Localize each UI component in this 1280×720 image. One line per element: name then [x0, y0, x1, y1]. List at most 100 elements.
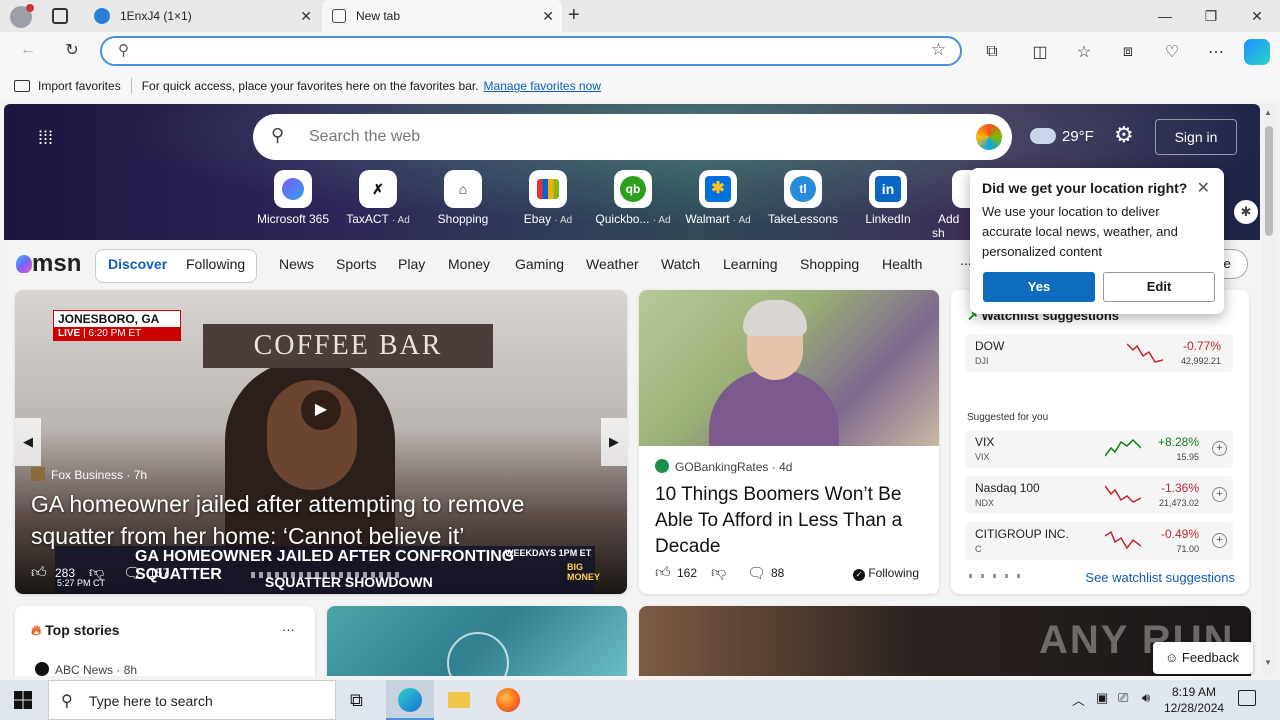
notification-icon[interactable]	[1238, 690, 1256, 706]
carousel-dots[interactable]	[251, 572, 401, 578]
close-tab-icon[interactable]: ✕	[542, 8, 554, 25]
quick-link-walmart[interactable]: ✱ Walmart · Ad	[678, 170, 758, 226]
tray-chevron-icon[interactable]: ︿	[1072, 690, 1085, 709]
hero-comment-icon[interactable]: 🗨︎	[123, 564, 142, 582]
scroll-thumb[interactable]	[1265, 126, 1273, 236]
nav-health[interactable]: Health	[882, 256, 922, 272]
nav-shopping[interactable]: Shopping	[800, 256, 859, 272]
settings-gear-icon[interactable]: ⚙	[1114, 122, 1134, 148]
tab-actions-icon[interactable]	[52, 8, 68, 24]
see-watchlist-link[interactable]: See watchlist suggestions	[1085, 570, 1235, 585]
address-bar[interactable]: ⚲ ☆	[100, 36, 962, 66]
tab-new-tab[interactable]: New tab ✕	[322, 0, 562, 32]
apps-launcher-icon[interactable]: ⁞⁞⁞	[38, 128, 58, 148]
quick-link-add-site[interactable]: + Add sh	[932, 170, 972, 240]
taskbar-search-box[interactable]: ⚲ Type here to search	[48, 680, 336, 720]
copilot-search-icon[interactable]	[976, 124, 1002, 150]
tab-following[interactable]: Following	[186, 256, 245, 272]
quick-link-quickbooks[interactable]: qb Quickbo... · Ad	[593, 170, 673, 226]
story-card[interactable]: GOBankingRates · 4d 10 Things Boomers Wo…	[639, 290, 939, 594]
volume-icon[interactable]: 🔊︎	[1142, 690, 1150, 706]
tab-image[interactable]: 1EnxJ4 (1×1) ✕	[84, 0, 320, 32]
nav-learning[interactable]: Learning	[723, 256, 778, 272]
feedback-button[interactable]: ☺ Feedback	[1153, 642, 1253, 674]
play-video-button[interactable]: ▶	[301, 390, 341, 430]
popup-edit-button[interactable]: Edit	[1103, 272, 1215, 302]
manage-favorites-link[interactable]: Manage favorites now	[484, 79, 601, 93]
import-favorites-icon[interactable]	[14, 80, 30, 92]
collections-icon[interactable]: ⧈	[1116, 40, 1140, 64]
comment-icon[interactable]: 🗨︎	[747, 564, 766, 582]
popup-yes-button[interactable]: Yes	[983, 272, 1095, 302]
story-headline[interactable]: 10 Things Boomers Won’t Be Able To Affor…	[655, 482, 931, 560]
weather-cloud-icon[interactable]	[1030, 128, 1056, 144]
favorite-star-icon[interactable]: ☆	[931, 40, 946, 60]
nav-news[interactable]: News	[279, 256, 314, 272]
stock-row[interactable]: CITIGROUP INC. C -0.49% 71.00 +	[965, 522, 1233, 560]
close-tab-icon[interactable]: ✕	[300, 8, 312, 25]
nav-weather[interactable]: Weather	[586, 256, 639, 272]
import-favorites-button[interactable]: Import favorites	[38, 79, 121, 93]
stock-row[interactable]: VIX VIX +8.28% 15.95 +	[965, 430, 1233, 468]
favorites-icon[interactable]: ☆	[1072, 40, 1096, 64]
browser-essentials-icon[interactable]: ♡	[1160, 40, 1184, 64]
carousel-next-button[interactable]: ▶	[601, 418, 627, 466]
carousel-prev-button[interactable]: ◀	[15, 418, 41, 466]
restore-icon[interactable]: ❐	[1188, 0, 1234, 32]
shopping-story-card[interactable]	[327, 606, 627, 676]
hero-headline[interactable]: GA homeowner jailed after attempting to …	[31, 488, 611, 552]
web-search-input[interactable]: Search the web	[309, 128, 420, 146]
hero-like-icon[interactable]: 👍︎	[31, 564, 47, 582]
nav-money[interactable]: Money	[448, 256, 490, 272]
watchlist-pager-dots[interactable]	[969, 574, 1023, 578]
quick-link-microsoft365[interactable]: Microsoft 365	[253, 170, 333, 226]
customize-icon[interactable]: ✱	[1234, 200, 1258, 224]
profile-icon[interactable]	[10, 4, 34, 28]
like-icon[interactable]: 👍︎	[655, 564, 671, 582]
web-search-box[interactable]: ⚲ Search the web	[253, 114, 1012, 160]
refresh-icon[interactable]: ↻	[60, 38, 84, 62]
nav-gaming[interactable]: Gaming	[515, 256, 564, 272]
add-to-watchlist-icon[interactable]: +	[1212, 533, 1227, 548]
following-badge[interactable]: ✓ Following	[853, 566, 919, 581]
msn-logo[interactable]: msn	[16, 250, 81, 278]
nav-sports[interactable]: Sports	[336, 256, 376, 272]
stock-row[interactable]: DOW DJI -0.77% 42,992.21	[965, 334, 1233, 372]
more-menu-icon[interactable]: ⋯	[1204, 40, 1228, 64]
new-tab-button[interactable]: +	[568, 4, 580, 27]
page-scrollbar[interactable]: ▲ ▼	[1262, 104, 1276, 676]
hero-dislike-icon[interactable]: 👎︎	[89, 564, 104, 582]
quick-link-takelessons[interactable]: tl TakeLessons	[763, 170, 843, 226]
more-options-icon[interactable]: ···	[282, 622, 295, 637]
hero-story-card[interactable]: COFFEE BAR JONESBORO, GA LIVE | 6:20 PM …	[15, 290, 627, 594]
scroll-up-icon[interactable]: ▲	[1264, 108, 1272, 117]
close-window-icon[interactable]: ✕	[1234, 0, 1280, 32]
quick-link-shopping[interactable]: ⌂ Shopping	[423, 170, 503, 226]
quick-link-ebay[interactable]: Ebay · Ad	[508, 170, 588, 226]
minimize-icon[interactable]: —	[1142, 0, 1188, 32]
back-icon[interactable]: ←	[16, 38, 40, 62]
network-icon[interactable]: ⎚	[1118, 690, 1128, 706]
file-explorer-icon[interactable]	[448, 692, 470, 708]
dislike-icon[interactable]: 👎︎	[711, 564, 726, 582]
quick-link-linkedin[interactable]: in LinkedIn	[848, 170, 928, 226]
firefox-icon[interactable]	[496, 688, 520, 712]
split-screen-icon[interactable]: ◫	[1028, 40, 1052, 64]
weather-temp[interactable]: 29°F	[1062, 128, 1094, 145]
quick-link-taxact[interactable]: ✗ TaxACT · Ad	[338, 170, 418, 226]
stock-row[interactable]: Nasdaq 100 NDX -1.36% 21,473.02 +	[965, 476, 1233, 514]
nav-watch[interactable]: Watch	[661, 256, 700, 272]
scroll-down-icon[interactable]: ▼	[1264, 658, 1272, 667]
address-input[interactable]	[142, 41, 922, 61]
sign-in-button[interactable]: Sign in	[1155, 119, 1237, 155]
nav-play[interactable]: Play	[398, 256, 425, 272]
popup-close-icon[interactable]: ✕	[1197, 178, 1210, 198]
clock[interactable]: 8:19 AM 12/28/2024	[1164, 684, 1224, 716]
tab-discover[interactable]: Discover	[108, 256, 167, 272]
add-to-watchlist-icon[interactable]: +	[1212, 441, 1227, 456]
add-to-watchlist-icon[interactable]: +	[1212, 487, 1227, 502]
extensions-icon[interactable]: ⧉	[980, 40, 1004, 64]
start-windows-icon[interactable]	[14, 691, 32, 709]
tray-device-icon[interactable]: ▣	[1096, 690, 1108, 706]
taskbar-search-input[interactable]: Type here to search	[89, 693, 213, 709]
